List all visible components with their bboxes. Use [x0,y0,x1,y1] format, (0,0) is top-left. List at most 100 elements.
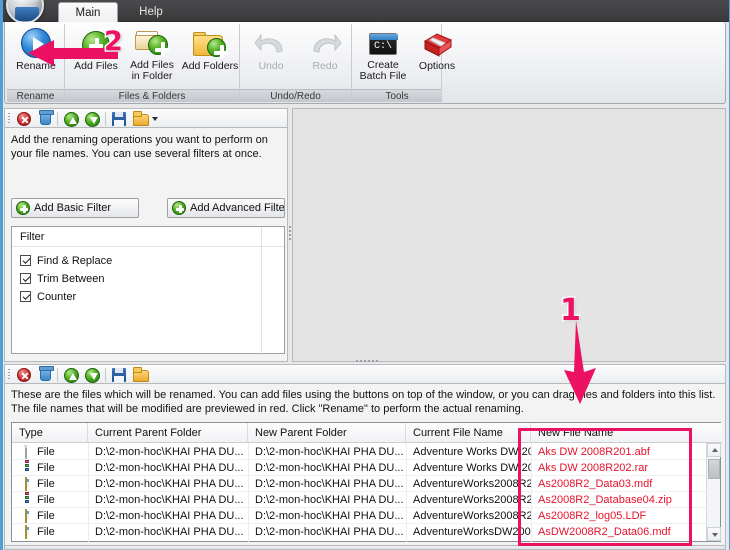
delete-icon[interactable] [38,110,54,127]
column-header-current-name[interactable]: Current File Name [406,423,531,443]
file-grid-scrollbar[interactable] [706,443,721,541]
cell-type: File [37,462,55,474]
delete-icon[interactable] [38,366,54,383]
cell-current-name: Adventure Works DW 2008... [413,446,531,458]
save-icon[interactable] [112,112,127,127]
column-header-new-name[interactable]: New File Name [531,423,708,443]
group-caption-tools: Tools [352,89,442,102]
add-folder-icon [193,28,228,59]
orb-gloss [11,0,42,3]
toolbar-grip[interactable] [8,113,10,125]
remove-icon[interactable] [17,112,32,127]
filter-toolbar [4,108,288,128]
application-orb-button[interactable] [6,0,44,24]
filter-checkbox[interactable] [20,291,31,302]
file-grid[interactable]: Type Current Parent Folder New Parent Fo… [11,422,722,543]
undo-button[interactable]: Undo [242,27,300,85]
filter-help-text: Add the renaming operations you want to … [11,134,268,160]
table-row[interactable]: File D:\2-mon-hoc\KHAI PHA DU... D:\2-mo… [12,508,708,524]
scrollbar-thumb[interactable] [708,459,720,479]
add-advanced-filter-label: Add Advanced Filter [190,202,285,214]
tab-help[interactable]: Help [122,2,180,22]
column-header-new-parent[interactable]: New Parent Folder [248,423,406,443]
window-icon [18,476,29,492]
move-down-icon[interactable] [85,368,100,383]
toolbar-separator-2 [105,368,106,382]
dropdown-caret-icon[interactable] [152,117,158,121]
add-basic-filter-label: Add Basic Filter [34,202,112,214]
cell-type: File [37,510,55,522]
add-folders-label: Add Folders [181,60,239,72]
toolbar-grip[interactable] [8,369,10,381]
table-row[interactable]: File D:\2-mon-hoc\KHAI PHA DU... D:\2-mo… [12,524,708,540]
cell-new-parent: D:\2-mon-hoc\KHAI PHA DU... [255,462,404,474]
cell-new-name: AsDW2008R2_Data06.mdf [538,526,671,538]
cell-current-name: AdventureWorks2008R2_lo... [413,510,531,522]
filter-list-header: Filter [12,227,284,355]
redo-label: Redo [312,60,338,72]
cell-type: File [37,526,55,538]
cell-new-name: Aks DW 2008R202.rar [538,462,649,474]
add-advanced-filter-button[interactable]: Add Advanced Filter [167,198,285,218]
filter-list[interactable]: Filter Find & Replace Trim Between Count… [11,226,285,355]
cell-new-parent: D:\2-mon-hoc\KHAI PHA DU... [255,446,404,458]
cell-type: File [37,478,55,490]
add-basic-filter-button[interactable]: Add Basic Filter [11,198,139,218]
cell-current-name: Adventure Works DW 2008... [413,462,531,474]
group-caption-undo-redo: Undo/Redo [240,89,351,102]
window-icon [18,524,29,540]
group-caption-rename: Rename [7,89,64,102]
filter-label: Counter [37,291,77,303]
toolbar-separator-2 [105,112,106,126]
status-bar [4,546,726,550]
filter-label: Trim Between [37,273,105,285]
cbf-line2: Batch File [359,70,407,82]
cell-type: File [37,446,55,458]
create-batch-file-button[interactable]: C:\ Create Batch File [354,27,412,85]
filter-checkbox[interactable] [20,255,31,266]
scroll-down-icon[interactable] [707,527,721,541]
preview-panel[interactable] [292,108,726,362]
column-header-type[interactable]: Type [12,423,88,443]
ribbon-group-undo-redo: Undo Redo Undo/Redo [240,24,352,102]
orb-glyph [15,7,39,21]
move-up-icon[interactable] [64,368,79,383]
scroll-up-icon[interactable] [707,443,721,457]
cell-new-parent: D:\2-mon-hoc\KHAI PHA DU... [255,526,404,538]
books-icon [18,460,29,476]
add-files-in-folder-button[interactable]: Add Files in Folder [123,27,181,85]
cell-current-parent: D:\2-mon-hoc\KHAI PHA DU... [95,462,244,474]
filter-checkbox[interactable] [20,273,31,284]
options-toolbox-icon [421,28,453,57]
remove-icon[interactable] [17,368,32,383]
move-down-icon[interactable] [85,112,100,127]
cell-new-parent: D:\2-mon-hoc\KHAI PHA DU... [255,478,404,490]
table-row[interactable]: File D:\2-mon-hoc\KHAI PHA DU... D:\2-mo… [12,444,708,460]
table-row[interactable]: File D:\2-mon-hoc\KHAI PHA DU... D:\2-mo… [12,492,708,508]
add-files-in-folder-icon [135,28,169,58]
save-icon[interactable] [112,368,127,383]
toolbar-separator-1 [57,112,58,126]
ribbon-group-tools: C:\ Create Batch File Options Tools [352,24,455,102]
redo-button[interactable]: Redo [296,27,354,85]
cell-new-parent: D:\2-mon-hoc\KHAI PHA DU... [255,494,404,506]
cell-new-parent: D:\2-mon-hoc\KHAI PHA DU... [255,510,404,522]
window-icon [18,508,29,524]
cell-new-name: As2008R2_Data03.mdf [538,478,653,490]
cell-current-name: AdventureWorks2008R2_D... [413,494,531,506]
column-header-current-parent[interactable]: Current Parent Folder [88,423,248,443]
file-list-help-text: These are the files which will be rename… [11,389,716,415]
cell-current-name: AdventureWorks2008R2_D... [413,478,531,490]
add-folders-button[interactable]: Add Folders [181,27,239,85]
open-icon[interactable] [133,111,149,127]
open-icon[interactable] [133,367,149,383]
filter-label: Find & Replace [37,255,113,267]
table-row[interactable]: File D:\2-mon-hoc\KHAI PHA DU... D:\2-mo… [12,476,708,492]
move-up-icon[interactable] [64,112,79,127]
books-icon [18,492,29,508]
file-list-toolbar [4,364,726,384]
options-button[interactable]: Options [408,27,466,85]
cell-type: File [37,494,55,506]
tab-main[interactable]: Main [58,2,118,22]
table-row[interactable]: File D:\2-mon-hoc\KHAI PHA DU... D:\2-mo… [12,460,708,476]
